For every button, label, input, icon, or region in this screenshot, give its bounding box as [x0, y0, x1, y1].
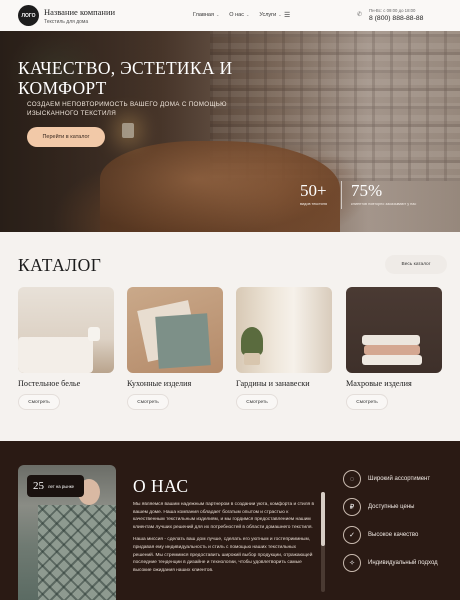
about-paragraph: Мы являемся вашим надежным партнером в с…	[133, 502, 315, 530]
stat-textile-types: 50+ видов текстиля	[300, 181, 327, 206]
years-badge: 25 лет на рынке	[27, 475, 84, 497]
feature-label: Доступные цены	[368, 504, 415, 510]
card-title[interactable]: Постельное белье	[18, 379, 114, 388]
main-nav: Главная ⌄ О нас ⌄ Услуги ⌄	[193, 12, 292, 18]
feature-label: Индивидуальный подход	[368, 560, 438, 566]
nav-item-label: Главная	[193, 12, 214, 18]
working-hours: Пн-Вс: с 09:00 до 18:00	[369, 8, 416, 13]
stat-label: клиентов повторно заказывают у нас	[351, 202, 417, 206]
feature-individual-approach: ✧ Индивидуальный подход	[343, 554, 438, 572]
about-text: Мы являемся вашим надежным партнером в с…	[133, 501, 317, 593]
nav-item-home[interactable]: Главная ⌄	[193, 12, 219, 18]
card-title[interactable]: Махровые изделия	[346, 379, 442, 388]
about-paragraph: Наша миссия - сделать ваш дом лучше, сде…	[133, 537, 313, 573]
chevron-down-icon: ⌄	[215, 12, 220, 17]
nav-item-about[interactable]: О нас ⌄	[229, 12, 249, 18]
nav-item-services[interactable]: Услуги ⌄	[259, 12, 281, 18]
company-block: Название компании Текстиль для дома	[44, 7, 115, 25]
phone-number[interactable]: 8 (800) 888-88-88	[369, 15, 423, 22]
about-title: О НАС	[133, 476, 189, 496]
company-name: Название компании	[44, 7, 116, 17]
stat-value: 75%	[351, 181, 383, 200]
view-button[interactable]: Смотреть	[127, 394, 169, 410]
company-subtitle: Текстиль для дома	[44, 19, 89, 25]
quality-icon: ✓	[343, 526, 361, 544]
nav-item-label: Услуги	[259, 12, 277, 18]
price-icon: ₽	[343, 498, 361, 516]
view-button[interactable]: Смотреть	[346, 394, 388, 410]
chevron-down-icon: ⌄	[245, 12, 250, 17]
bedding-image[interactable]	[18, 287, 114, 373]
nav-item-label: О нас	[229, 12, 244, 18]
catalog-card-kitchen[interactable]: Кухонные изделия Смотреть	[127, 287, 223, 410]
stat-label: видов текстиля	[300, 202, 328, 206]
years-label: лет на рынке	[48, 483, 75, 489]
logo[interactable]: ЛОГО	[18, 5, 39, 26]
stat-value: 50+	[300, 181, 327, 200]
view-button[interactable]: Смотреть	[18, 394, 60, 410]
feature-wide-range: ◌ Широкий ассортимент	[343, 470, 430, 488]
menu-icon[interactable]: ☰	[284, 11, 290, 19]
view-button[interactable]: Смотреть	[236, 394, 278, 410]
years-value: 25	[33, 480, 44, 492]
catalog-card-terry[interactable]: Махровые изделия Смотреть	[346, 287, 442, 410]
stat-repeat-clients: 75% клиентов повторно заказывают у нас	[351, 181, 416, 206]
catalog-card-curtains[interactable]: Гардины и занавески Смотреть	[236, 287, 332, 410]
about-scrollbar-thumb[interactable]	[321, 492, 325, 546]
feature-affordable-prices: ₽ Доступные цены	[343, 498, 415, 516]
hero-title: КАЧЕСТВО, ЭСТЕТИКА И КОМФОРТ	[18, 58, 233, 98]
feature-high-quality: ✓ Высокое качество	[343, 526, 418, 544]
curtains-image[interactable]	[236, 287, 332, 373]
catalog-title: КАТАЛОГ	[18, 255, 102, 275]
hero-banner: КАЧЕСТВО, ЭСТЕТИКА И КОМФОРТ СОЗДАЕМ НЕП…	[0, 31, 460, 232]
hero-subtitle: СОЗДАЕМ НЕПОВТОРИМОСТЬ ВАШЕГО ДОМА С ПОМ…	[27, 101, 227, 117]
go-to-catalog-button[interactable]: Перейти в каталог	[27, 127, 105, 147]
phone-icon: ✆	[357, 12, 363, 18]
catalog-card-bedding[interactable]: Постельное белье Смотреть	[18, 287, 114, 410]
feature-label: Высокое качество	[368, 532, 419, 538]
card-title[interactable]: Кухонные изделия	[127, 379, 223, 388]
chevron-down-icon: ⌄	[278, 12, 282, 17]
assortment-icon: ◌	[343, 470, 361, 488]
card-title[interactable]: Гардины и занавески	[236, 379, 332, 388]
site-header: ЛОГО Название компании Текстиль для дома…	[0, 0, 460, 31]
sparkle-icon: ✧	[343, 554, 361, 572]
all-catalog-button[interactable]: Весь каталог	[385, 255, 447, 274]
kitchen-textile-image[interactable]	[127, 287, 223, 373]
stat-divider	[341, 181, 342, 209]
feature-label: Широкий ассортимент	[368, 476, 431, 482]
terry-towels-image[interactable]	[346, 287, 442, 373]
